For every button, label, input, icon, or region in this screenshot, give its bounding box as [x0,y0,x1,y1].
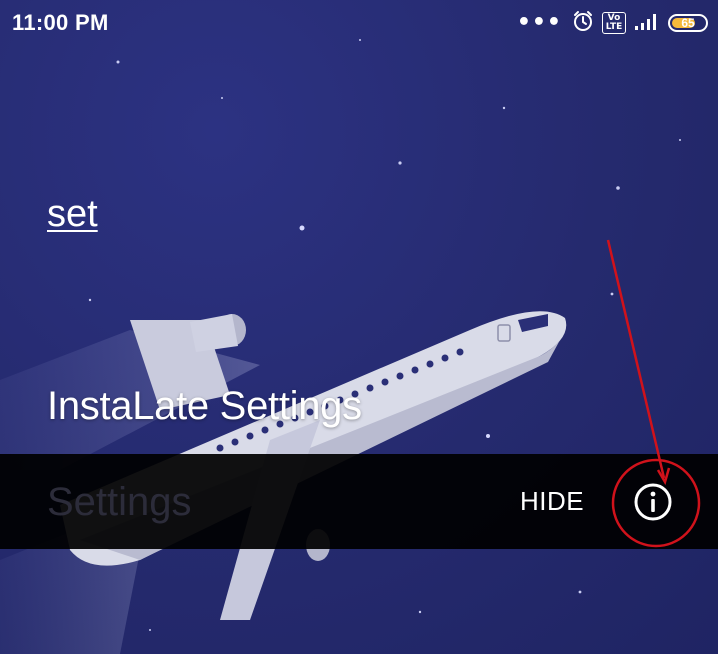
signal-icon [634,11,660,35]
battery-icon: 65 [668,14,708,32]
status-icons: ••• Vo LTE 65 [517,10,708,36]
battery-level: 65 [681,16,695,30]
status-time: 11:00 PM [12,10,109,35]
volte-icon: Vo LTE [602,12,626,34]
snackbar: Settings HIDE [0,454,718,549]
more-notifications-icon: ••• [516,10,562,35]
status-bar: 11:00 PM ••• Vo LTE 65 [0,0,718,48]
menu-item-settings[interactable]: Settings [47,480,192,525]
alarm-icon [572,10,594,36]
hide-button[interactable]: HIDE [520,486,584,517]
menu-item-set[interactable]: set [47,193,98,236]
info-icon[interactable] [633,482,673,522]
wallpaper-art [0,39,681,654]
menu-item-instalate-settings[interactable]: InstaLate Settings [47,384,362,429]
wallpaper-background [0,0,718,654]
